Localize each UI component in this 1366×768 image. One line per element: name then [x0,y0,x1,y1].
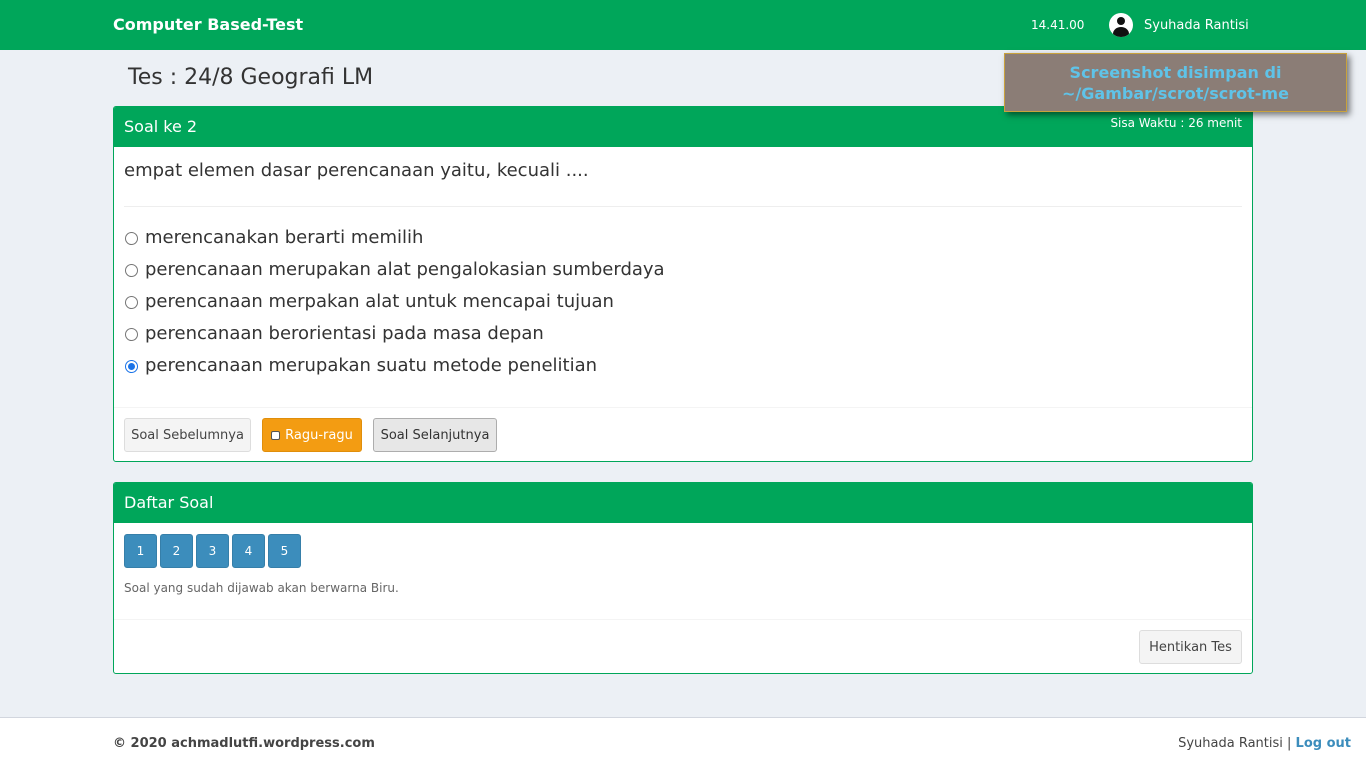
question-list-header: Daftar Soal [114,483,1252,523]
previous-question-button[interactable]: Soal Sebelumnya [124,418,251,452]
radio-button[interactable] [125,360,138,373]
doubt-checkbox[interactable] [271,430,281,440]
footer-separator: | [1287,736,1292,751]
time-remaining: Sisa Waktu : 26 menit [1110,116,1242,130]
app-brand[interactable]: Computer Based-Test [113,15,303,34]
answer-option-label: merencanakan berarti memilih [145,227,424,248]
answer-option-label: perencanaan merpakan alat untuk mencapai… [145,291,614,312]
answer-option[interactable]: merencanakan berarti memilih [124,227,665,259]
question-number: Soal ke 2 [124,117,198,136]
radio-button[interactable] [125,264,138,277]
clock: 14.41.00 [1031,18,1085,32]
answer-option[interactable]: perencanaan berorientasi pada masa depan [124,323,665,355]
answer-option-label: perencanaan merupakan suatu metode penel… [145,355,598,376]
answer-option[interactable]: perencanaan merupakan suatu metode penel… [124,355,665,387]
top-navbar: Computer Based-Test 14.41.00 Syuhada Ran… [0,0,1366,50]
question-number-button[interactable]: 4 [232,534,265,568]
question-number-button[interactable]: 1 [124,534,157,568]
user-avatar-icon [1109,13,1133,37]
question-number-button[interactable]: 5 [268,534,301,568]
doubt-button-label: Ragu-ragu [285,427,353,443]
stop-test-button[interactable]: Hentikan Tes [1139,630,1242,664]
answer-options: merencanakan berarti memilih perencanaan… [124,227,665,387]
question-number-button[interactable]: 3 [196,534,229,568]
page-footer: © 2020 achmadlutfi.wordpress.com Syuhada… [0,717,1366,768]
answer-option-label: perencanaan merupakan alat pengalokasian… [145,259,665,280]
footer-user-name: Syuhada Rantisi [1178,736,1283,751]
question-panel-header: Soal ke 2 Sisa Waktu : 26 menit [114,107,1252,147]
user-menu[interactable]: Syuhada Rantisi [1109,13,1249,37]
question-panel-footer: Soal Sebelumnya Ragu-ragu Soal Selanjutn… [114,407,1252,461]
copyright: © 2020 achmadlutfi.wordpress.com [113,736,375,751]
radio-button[interactable] [125,232,138,245]
logout-link[interactable]: Log out [1296,736,1351,751]
page-title: Tes : 24/8 Geografi LM [128,65,374,90]
question-list-panel: Daftar Soal 1 2 3 4 5 Soal yang sudah di… [113,482,1253,674]
question-text: empat elemen dasar perencanaan yaitu, ke… [124,160,589,181]
user-name: Syuhada Rantisi [1144,17,1249,33]
next-question-button[interactable]: Soal Selanjutnya [373,418,497,452]
answer-option-label: perencanaan berorientasi pada masa depan [145,323,544,344]
question-number-button[interactable]: 2 [160,534,193,568]
divider [124,206,1242,207]
answered-hint: Soal yang sudah dijawab akan berwarna Bi… [124,581,399,595]
radio-button[interactable] [125,328,138,341]
answer-option[interactable]: perencanaan merpakan alat untuk mencapai… [124,291,665,323]
question-list-footer: Hentikan Tes [114,619,1252,673]
question-list-title: Daftar Soal [124,493,214,512]
doubt-button[interactable]: Ragu-ragu [262,418,362,452]
footer-user: Syuhada Rantisi | Log out [1178,736,1351,751]
radio-button[interactable] [125,296,138,309]
screenshot-notification: Screenshot disimpan di ~/Gambar/scrot/sc… [1004,53,1347,112]
answer-option[interactable]: perencanaan merupakan alat pengalokasian… [124,259,665,291]
question-panel: Soal ke 2 Sisa Waktu : 26 menit empat el… [113,106,1253,462]
